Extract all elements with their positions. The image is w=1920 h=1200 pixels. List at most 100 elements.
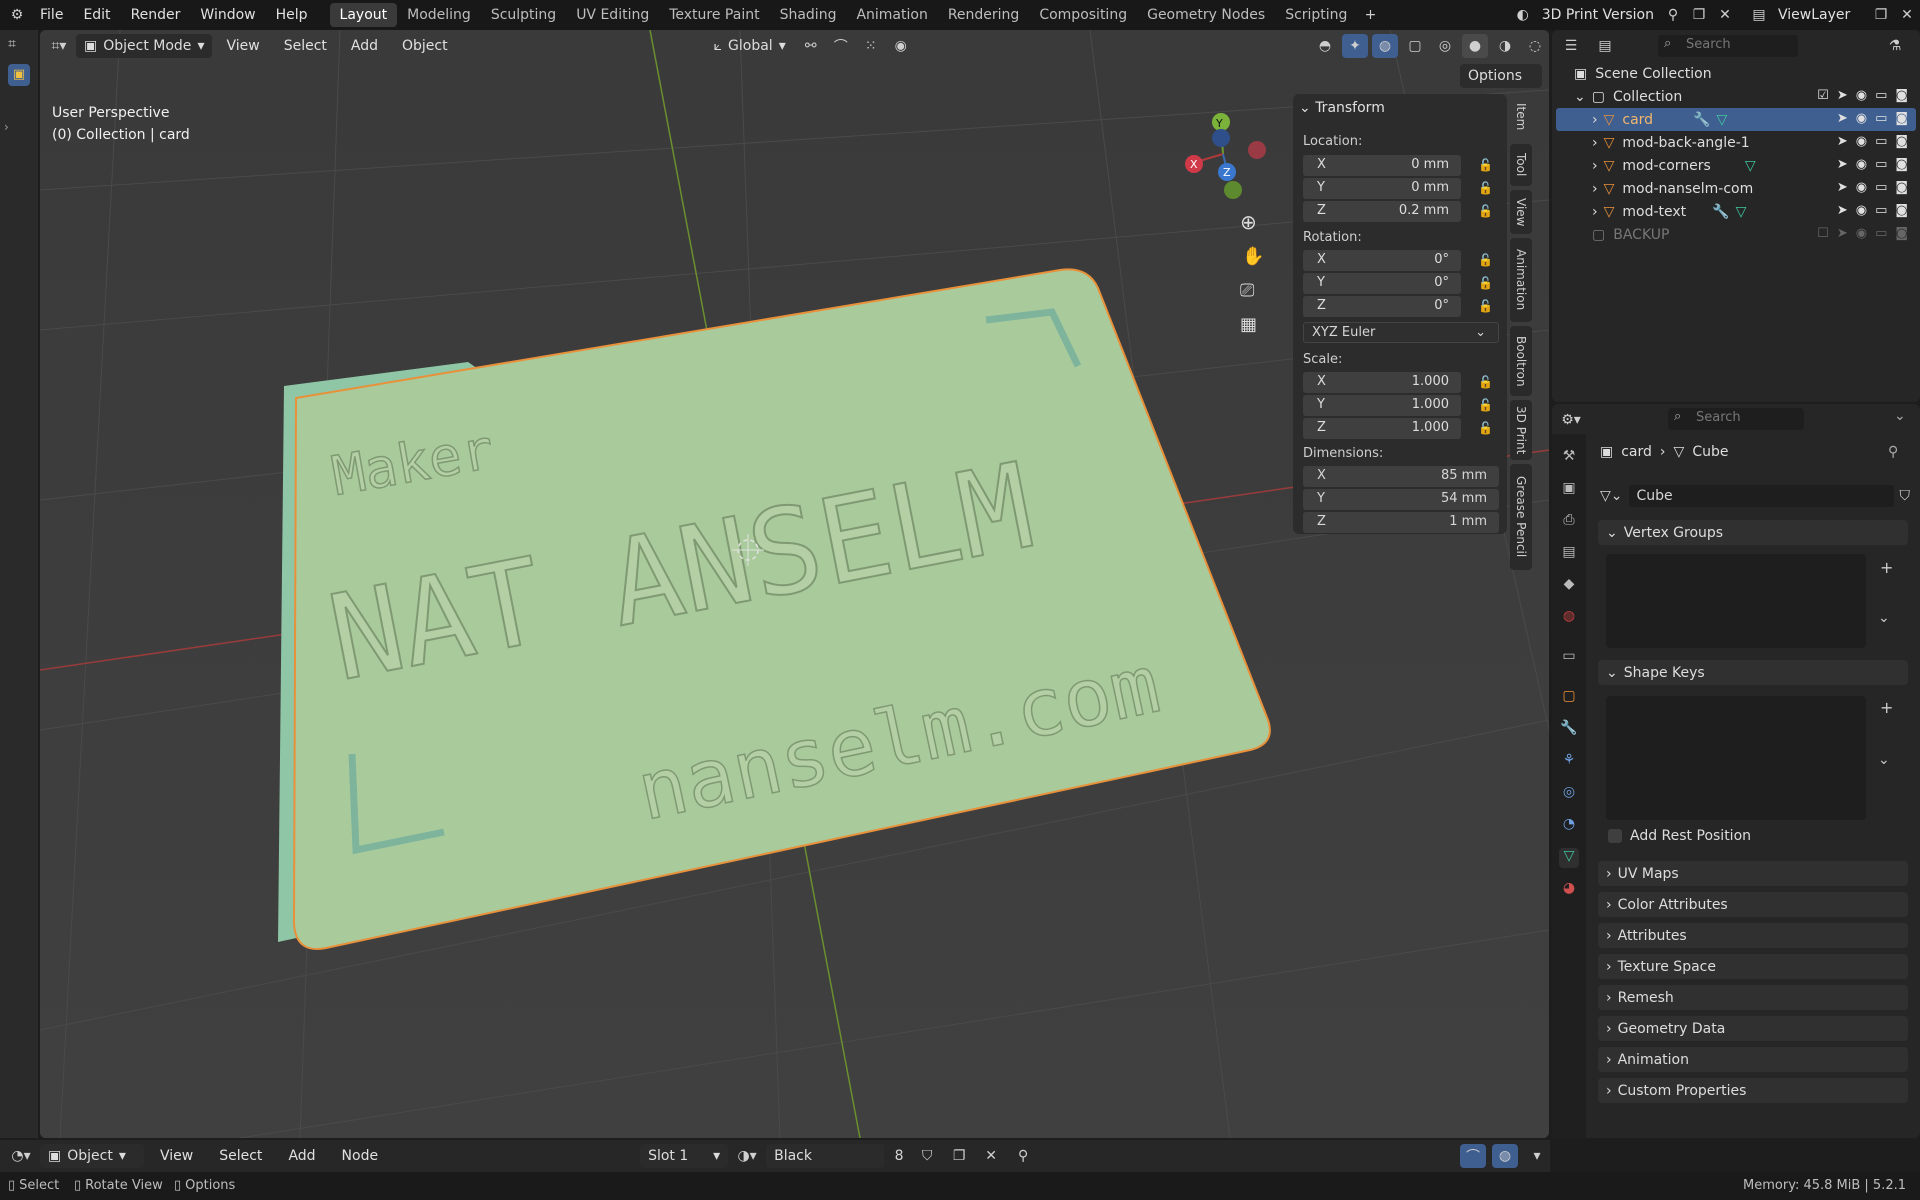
pin-icon[interactable]: ⚲ — [1010, 1144, 1036, 1168]
close-view-layer-icon[interactable]: ✕ — [1894, 3, 1920, 27]
rotation-x-field[interactable]: X 0° — [1303, 250, 1461, 271]
mesh-data-tab-icon[interactable]: ▽ — [1559, 848, 1579, 868]
material-tab-icon[interactable]: ◕ — [1559, 880, 1579, 900]
new-scene-icon[interactable]: ❐ — [1686, 3, 1712, 27]
world-tab-icon[interactable]: ◍ — [1559, 608, 1579, 628]
ortho-toggle-icon[interactable]: ▦ — [1240, 314, 1257, 335]
lock-icon[interactable]: 🔓 — [1478, 299, 1493, 313]
filter-icon[interactable]: ⚗ — [1882, 34, 1908, 58]
select-box-icon[interactable]: ▣ — [8, 64, 30, 86]
unlink-material-icon[interactable]: ✕ — [978, 1144, 1004, 1168]
tab-item[interactable]: Item — [1510, 94, 1532, 140]
monitor-icon[interactable]: ▭ — [1875, 226, 1887, 241]
material-slot-dropdown[interactable]: Slot 1 ▾ — [640, 1144, 729, 1168]
material-name-field[interactable]: Black — [766, 1144, 885, 1168]
panel-vertex-groups[interactable]: ⌄ Vertex Groups — [1598, 520, 1908, 545]
snap-icon[interactable]: ⌒ — [828, 34, 854, 58]
panel-animation[interactable]: › Animation — [1598, 1047, 1908, 1072]
eye-icon[interactable]: ◉ — [1856, 88, 1867, 103]
tab-scripting[interactable]: Scripting — [1275, 3, 1357, 27]
outliner-editor-icon[interactable]: ☰ — [1558, 34, 1584, 58]
tab-rendering[interactable]: Rendering — [938, 3, 1030, 27]
node-menu-view[interactable]: View — [150, 1144, 203, 1168]
gizmo-toggle-icon[interactable]: ✦ — [1342, 34, 1368, 58]
pan-hand-icon[interactable]: ✋ — [1242, 246, 1264, 267]
mode-dropdown[interactable]: ▣ Object Mode ▾ — [76, 34, 213, 58]
material-sphere-icon[interactable]: ◑▾ — [734, 1144, 760, 1168]
new-view-layer-icon[interactable]: ❐ — [1868, 3, 1894, 27]
rotation-y-field[interactable]: Y 0° — [1303, 273, 1461, 294]
monitor-icon[interactable]: ▭ — [1875, 157, 1887, 172]
navigation-gizmo[interactable]: Y X Z — [1170, 102, 1280, 212]
scale-z-field[interactable]: Z 1.000 — [1303, 418, 1461, 439]
shader-type-dropdown[interactable]: ▣ Object ▾ — [40, 1144, 144, 1168]
material-user-count[interactable]: 8 — [890, 1148, 908, 1164]
pivot-icon[interactable]: ⚯ — [798, 34, 824, 58]
duplicate-material-icon[interactable]: ❐ — [946, 1144, 972, 1168]
select-arrow-icon[interactable]: ➤ — [1837, 180, 1848, 195]
outliner-scene-collection[interactable]: ▣ Scene Collection — [1556, 62, 1916, 85]
snap-target-icon[interactable]: ⁙ — [858, 34, 884, 58]
eye-icon[interactable]: ◉ — [1856, 111, 1867, 126]
select-arrow-icon[interactable]: ➤ — [1837, 226, 1848, 241]
rotation-z-field[interactable]: Z 0° — [1303, 296, 1461, 317]
lock-icon[interactable]: 🔓 — [1478, 204, 1493, 218]
solid-shading-icon[interactable]: ● — [1462, 34, 1488, 58]
eye-icon[interactable]: ◉ — [1856, 157, 1867, 172]
lock-icon[interactable]: 🔓 — [1478, 398, 1493, 412]
editor-type-icon[interactable]: ⌗ — [8, 36, 30, 56]
overlay-toggle-icon[interactable]: ◍ — [1492, 1144, 1518, 1168]
tab-texture-paint[interactable]: Texture Paint — [659, 3, 769, 27]
wireframe-shading-icon[interactable]: ◎ — [1432, 34, 1458, 58]
xray-toggle-icon[interactable]: ▢ — [1402, 34, 1428, 58]
add-rest-position-checkbox[interactable]: Add Rest Position — [1608, 828, 1751, 844]
tab-animation[interactable]: Animation — [846, 3, 937, 27]
camera-icon[interactable]: ◙ — [1895, 180, 1908, 195]
close-scene-icon[interactable]: ✕ — [1712, 3, 1738, 27]
menu-edit[interactable]: Edit — [73, 0, 120, 30]
fake-user-shield-icon[interactable]: ⛉ — [1900, 488, 1911, 504]
dimension-z-field[interactable]: Z1 mm — [1303, 512, 1499, 533]
outliner-item-card[interactable]: › ▽ card 🔧 ▽ ➤ ◉ ▭ ◙ — [1556, 108, 1916, 131]
node-menu-select[interactable]: Select — [209, 1144, 272, 1168]
rendered-shading-icon[interactable]: ◌ — [1522, 34, 1548, 58]
outliner-search-input[interactable]: Search — [1658, 35, 1798, 57]
panel-attributes[interactable]: › Attributes — [1598, 923, 1908, 948]
select-arrow-icon[interactable]: ➤ — [1837, 111, 1848, 126]
lock-icon[interactable]: 🔓 — [1478, 276, 1493, 290]
panel-shape-keys[interactable]: ⌄ Shape Keys — [1598, 660, 1908, 685]
properties-search-input[interactable]: Search — [1668, 408, 1804, 430]
checkbox-icon[interactable]: ☐ — [1817, 226, 1829, 241]
lock-icon[interactable]: 🔓 — [1478, 375, 1493, 389]
menu-window[interactable]: Window — [190, 0, 265, 30]
panel-geometry-data[interactable]: › Geometry Data — [1598, 1016, 1908, 1041]
tab-uv-editing[interactable]: UV Editing — [566, 3, 659, 27]
tab-geometry-nodes[interactable]: Geometry Nodes — [1137, 3, 1275, 27]
render-tab-icon[interactable]: ▣ — [1559, 480, 1579, 500]
camera-icon[interactable]: ◙ — [1895, 226, 1908, 241]
eye-icon[interactable]: ◉ — [1856, 203, 1867, 218]
scene-name[interactable]: 3D Print Version — [1536, 7, 1660, 23]
tool-tab-icon[interactable]: ⚒ — [1559, 448, 1579, 468]
viewport-menu-add[interactable]: Add — [341, 34, 388, 58]
monitor-icon[interactable]: ▭ — [1875, 134, 1887, 149]
panel-uv-maps[interactable]: › UV Maps — [1598, 861, 1908, 886]
view-layer-name[interactable]: ViewLayer — [1772, 7, 1868, 23]
collection-tab-icon[interactable]: ▭ — [1559, 648, 1579, 668]
dimension-y-field[interactable]: Y 54 mm — [1303, 489, 1499, 510]
select-arrow-icon[interactable]: ➤ — [1837, 88, 1848, 103]
properties-editor-icon[interactable]: ⚙▾ — [1558, 408, 1584, 432]
transform-panel-header[interactable]: ⌄ Transform — [1299, 100, 1385, 116]
output-tab-icon[interactable]: ⎙ — [1559, 512, 1579, 532]
location-x-field[interactable]: X0 mm — [1303, 155, 1461, 176]
tab-grease-pencil[interactable]: Grease Pencil — [1510, 464, 1532, 570]
collapse-arrow-icon[interactable]: › — [4, 120, 9, 134]
material-shading-icon[interactable]: ◑ — [1492, 34, 1518, 58]
zoom-icon[interactable]: ⊕ — [1240, 210, 1257, 234]
add-workspace-icon[interactable]: + — [1357, 3, 1383, 27]
add-vertex-group-button[interactable]: + — [1880, 558, 1893, 577]
outliner-item-mod-text[interactable]: › ▽ mod-text 🔧 ▽ ➤ ◉ ▭ ◙ — [1556, 200, 1916, 223]
options-button[interactable]: Options — [1460, 64, 1542, 88]
vertex-group-menu-icon[interactable]: ⌄ — [1878, 610, 1890, 626]
lock-icon[interactable]: 🔓 — [1478, 181, 1493, 195]
